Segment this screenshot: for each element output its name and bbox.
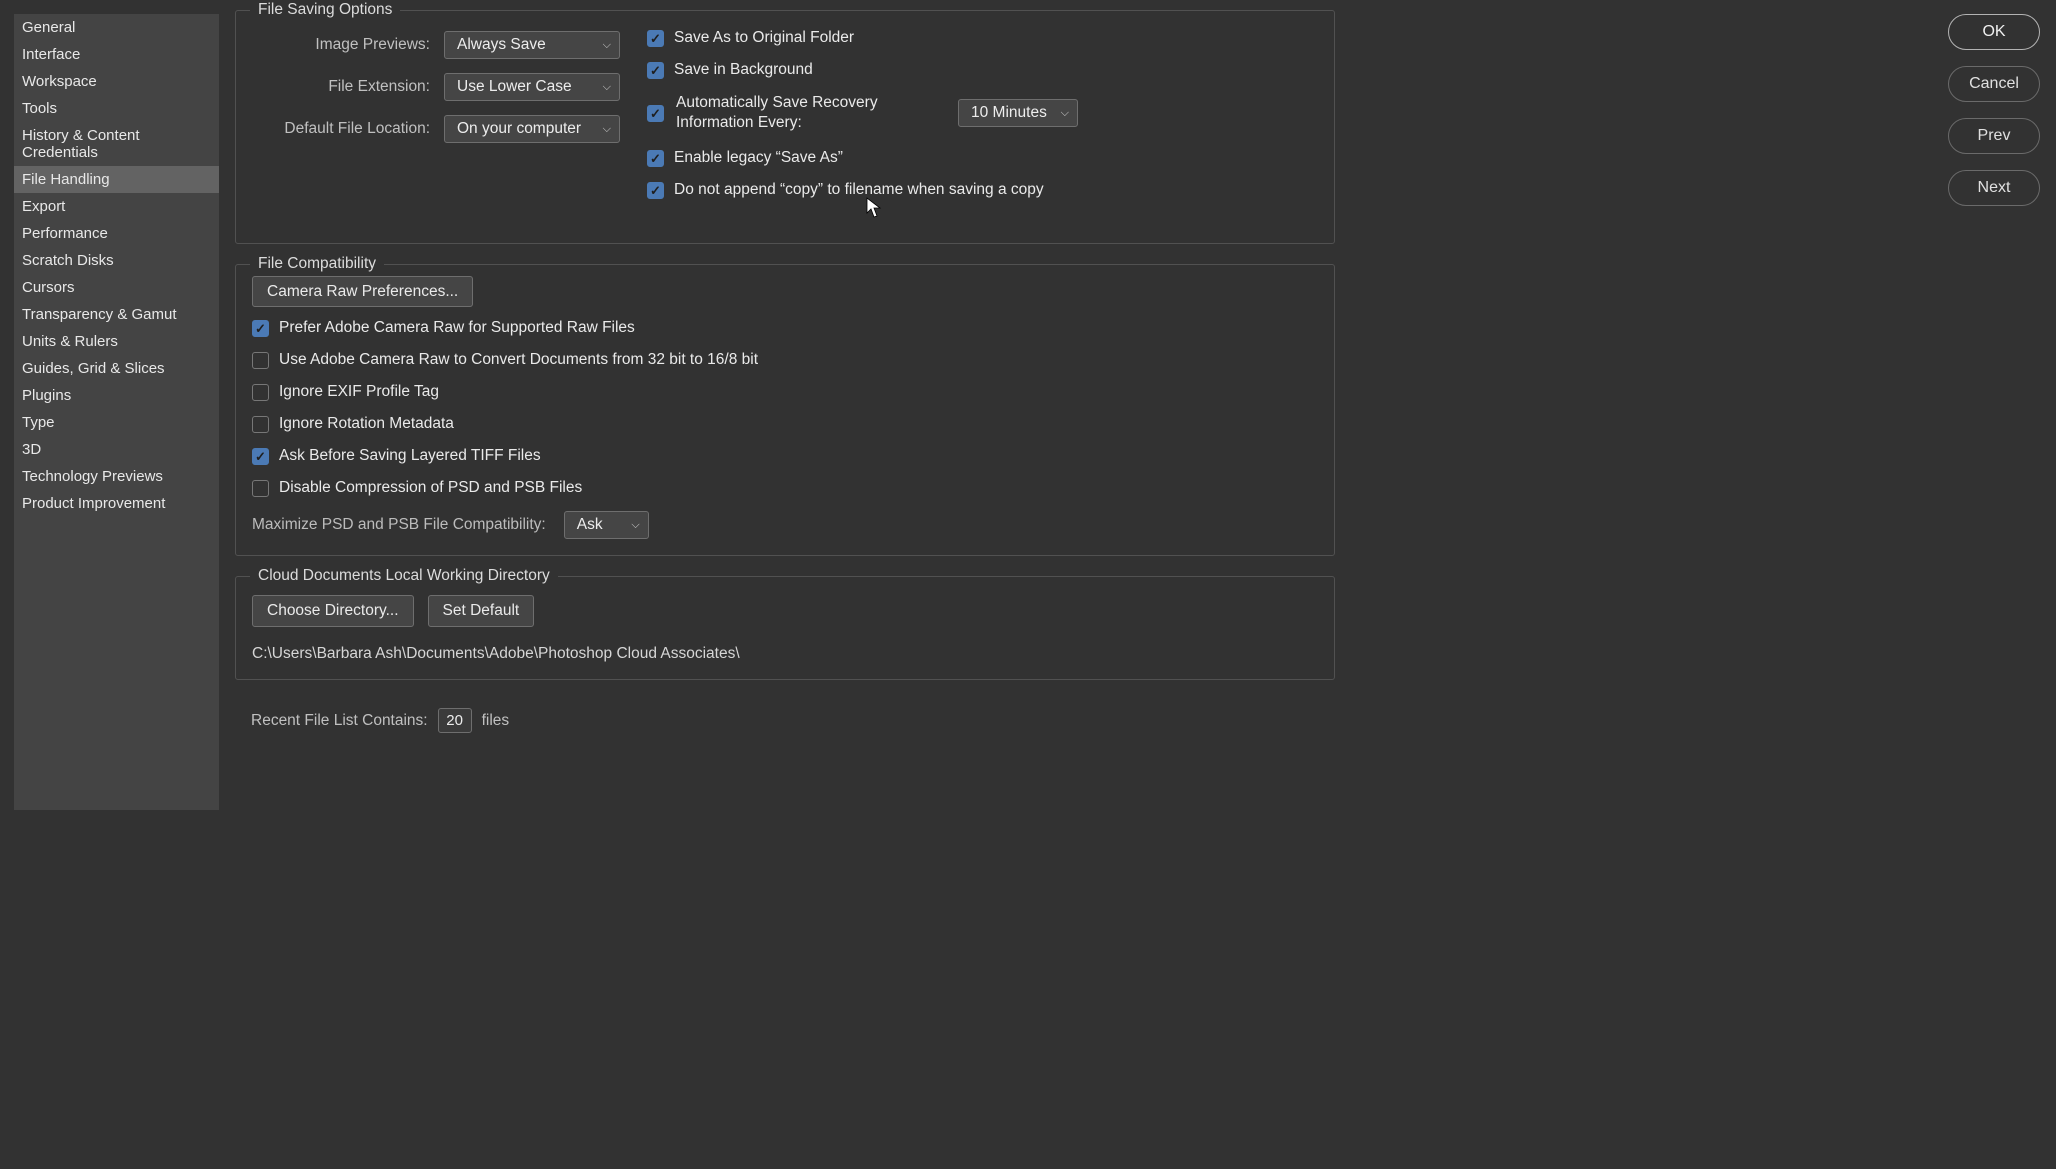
default-file-location-label: Default File Location:: [254, 120, 444, 138]
ignore-rotation-checkbox[interactable]: [252, 416, 269, 433]
file-saving-legend: File Saving Options: [250, 1, 400, 19]
disable-compression-label: Disable Compression of PSD and PSB Files: [279, 479, 582, 497]
recent-file-list-label: Recent File List Contains:: [251, 712, 428, 730]
sidebar-item-file-handling[interactable]: File Handling: [14, 166, 219, 193]
save-in-background-label: Save in Background: [674, 61, 813, 79]
ok-button[interactable]: OK: [1948, 14, 2040, 50]
image-previews-select[interactable]: Always Save ⌵: [444, 31, 620, 59]
prefer-acr-checkbox[interactable]: [252, 320, 269, 337]
file-compatibility-group: File Compatibility Camera Raw Preference…: [235, 264, 1335, 556]
sidebar-item-units-rulers[interactable]: Units & Rulers: [14, 328, 219, 355]
ask-layered-tiff-label: Ask Before Saving Layered TIFF Files: [279, 447, 541, 465]
file-compatibility-legend: File Compatibility: [250, 255, 384, 273]
camera-raw-preferences-button[interactable]: Camera Raw Preferences...: [252, 276, 473, 307]
ignore-rotation-label: Ignore Rotation Metadata: [279, 415, 454, 433]
chevron-down-icon: ⌵: [603, 123, 611, 136]
ask-layered-tiff-checkbox[interactable]: [252, 448, 269, 465]
sidebar-item-interface[interactable]: Interface: [14, 41, 219, 68]
sidebar-item-performance[interactable]: Performance: [14, 220, 219, 247]
sidebar-item-general[interactable]: General: [14, 14, 219, 41]
chevron-down-icon: ⌵: [603, 39, 611, 52]
preferences-sidebar: General Interface Workspace Tools Histor…: [14, 14, 219, 810]
sidebar-item-workspace[interactable]: Workspace: [14, 68, 219, 95]
save-as-original-folder-label: Save As to Original Folder: [674, 29, 854, 47]
image-previews-label: Image Previews:: [254, 36, 444, 54]
default-file-location-select[interactable]: On your computer ⌵: [444, 115, 620, 143]
sidebar-item-product-improvement[interactable]: Product Improvement: [14, 490, 219, 517]
prefer-acr-label: Prefer Adobe Camera Raw for Supported Ra…: [279, 319, 635, 337]
chevron-down-icon: ⌵: [603, 81, 611, 94]
cloud-documents-group: Cloud Documents Local Working Directory …: [235, 576, 1335, 680]
save-in-background-checkbox[interactable]: [647, 62, 664, 79]
chevron-down-icon: ⌵: [1061, 107, 1069, 120]
sidebar-item-3d[interactable]: 3D: [14, 436, 219, 463]
sidebar-item-export[interactable]: Export: [14, 193, 219, 220]
sidebar-item-history[interactable]: History & Content Credentials: [14, 122, 219, 166]
auto-save-recovery-checkbox[interactable]: [647, 105, 664, 122]
sidebar-item-tools[interactable]: Tools: [14, 95, 219, 122]
no-append-copy-checkbox[interactable]: [647, 182, 664, 199]
recent-file-list-suffix: files: [482, 712, 510, 730]
cancel-button[interactable]: Cancel: [1948, 66, 2040, 102]
auto-save-recovery-label: Automatically Save Recovery Information …: [676, 93, 946, 133]
file-saving-options-group: File Saving Options Image Previews: Alwa…: [235, 10, 1335, 244]
sidebar-item-cursors[interactable]: Cursors: [14, 274, 219, 301]
file-extension-select[interactable]: Use Lower Case ⌵: [444, 73, 620, 101]
acr-convert-32bit-label: Use Adobe Camera Raw to Convert Document…: [279, 351, 758, 369]
cloud-directory-path: C:\Users\Barbara Ash\Documents\Adobe\Pho…: [252, 645, 1318, 663]
sidebar-item-guides-grid[interactable]: Guides, Grid & Slices: [14, 355, 219, 382]
max-compat-select[interactable]: Ask ⌵: [564, 511, 649, 539]
sidebar-item-transparency[interactable]: Transparency & Gamut: [14, 301, 219, 328]
ignore-exif-label: Ignore EXIF Profile Tag: [279, 383, 439, 401]
prev-button[interactable]: Prev: [1948, 118, 2040, 154]
ignore-exif-checkbox[interactable]: [252, 384, 269, 401]
chevron-down-icon: ⌵: [631, 519, 639, 532]
recent-file-list-row: Recent File List Contains: files: [251, 708, 1335, 733]
choose-directory-button[interactable]: Choose Directory...: [252, 595, 414, 627]
enable-legacy-save-as-checkbox[interactable]: [647, 150, 664, 167]
file-extension-label: File Extension:: [254, 78, 444, 96]
sidebar-item-tech-previews[interactable]: Technology Previews: [14, 463, 219, 490]
max-compat-label: Maximize PSD and PSB File Compatibility:: [252, 516, 546, 534]
sidebar-item-type[interactable]: Type: [14, 409, 219, 436]
acr-convert-32bit-checkbox[interactable]: [252, 352, 269, 369]
auto-save-interval-select[interactable]: 10 Minutes ⌵: [958, 99, 1078, 127]
enable-legacy-save-as-label: Enable legacy “Save As”: [674, 149, 843, 167]
set-default-button[interactable]: Set Default: [428, 595, 535, 627]
preferences-main: File Saving Options Image Previews: Alwa…: [235, 10, 1335, 733]
sidebar-item-scratch-disks[interactable]: Scratch Disks: [14, 247, 219, 274]
dialog-buttons: OK Cancel Prev Next: [1948, 14, 2040, 206]
disable-compression-checkbox[interactable]: [252, 480, 269, 497]
recent-file-count-input[interactable]: [438, 708, 472, 733]
cloud-documents-legend: Cloud Documents Local Working Directory: [250, 567, 558, 585]
save-as-original-folder-checkbox[interactable]: [647, 30, 664, 47]
sidebar-item-plugins[interactable]: Plugins: [14, 382, 219, 409]
no-append-copy-label: Do not append “copy” to filename when sa…: [674, 181, 1044, 199]
next-button[interactable]: Next: [1948, 170, 2040, 206]
